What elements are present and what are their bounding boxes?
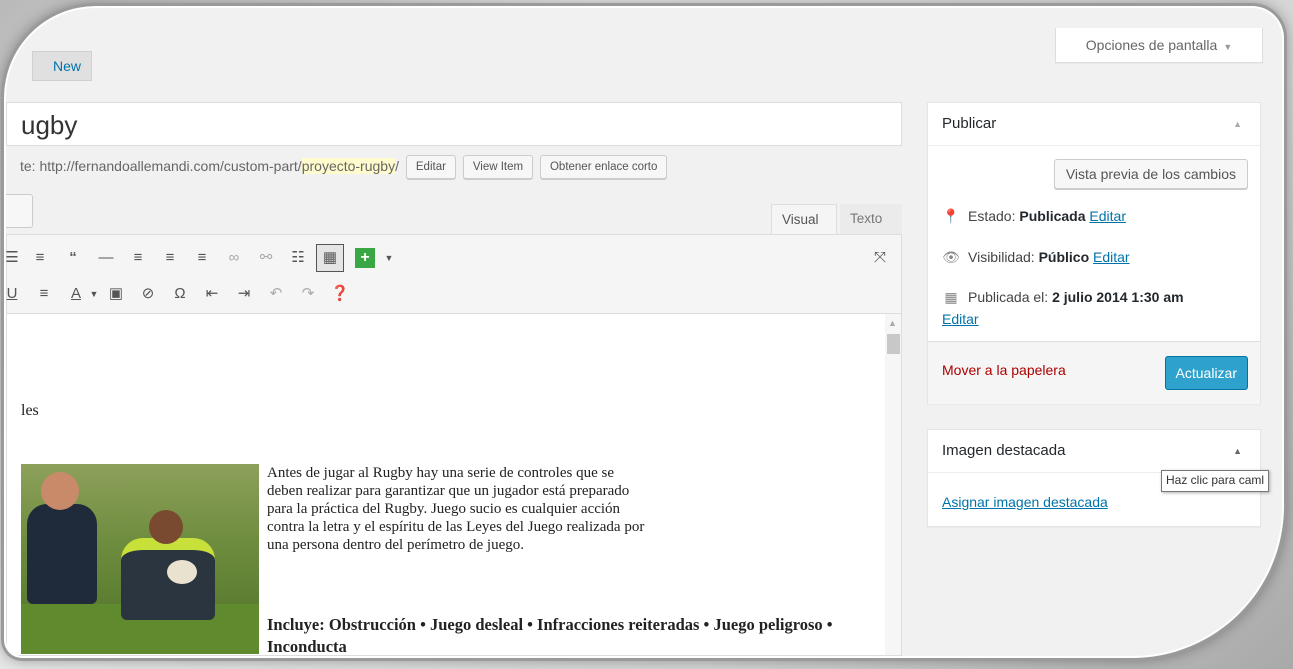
featured-image-title: Imagen destacada <box>942 442 1066 459</box>
add-new-button[interactable]: New <box>32 51 93 81</box>
screen-options-button[interactable]: Opciones de pantalla ▼ <box>1055 28 1263 63</box>
content-paragraph: Antes de jugar al Rugby hay una serie de… <box>267 465 645 553</box>
help-icon[interactable]: ❓ <box>329 283 351 305</box>
blockquote-icon[interactable]: “ <box>62 247 84 269</box>
clear-format-icon[interactable]: ⊘ <box>137 283 159 305</box>
editor-content-area[interactable]: les Antes de jugar al Rugby hay una seri… <box>6 314 902 656</box>
align-left-icon[interactable]: ≡ <box>127 247 149 269</box>
align-right-icon[interactable]: ≡ <box>191 247 213 269</box>
publish-actions: Mover a la papelera Actualizar <box>928 341 1260 404</box>
unlink-icon[interactable]: ⚯ <box>255 247 277 269</box>
outdent-icon[interactable]: ⇤ <box>201 283 223 305</box>
view-item-button[interactable]: View Item <box>462 155 534 180</box>
align-center-icon[interactable]: ≡ <box>159 247 181 269</box>
status-row: 📍 Estado: Publicada Editar <box>942 208 1126 225</box>
featured-image-header[interactable]: Imagen destacada ▲ <box>928 430 1260 473</box>
collapse-icon[interactable]: ▲ <box>1233 103 1242 145</box>
editor-toolbar: ☰ ≡ “ — ≡ ≡ ≡ ∞ ⚯ ☷ ▦ + ▼ ⤧ U ≡ A ▼ ▣ ⊘ … <box>6 234 902 314</box>
edit-date-link[interactable]: Editar <box>942 311 979 327</box>
permalink-suffix: / <box>395 158 399 174</box>
tab-text[interactable]: Texto <box>840 204 902 234</box>
indent-icon[interactable]: ⇥ <box>233 283 255 305</box>
published-label: Publicada el: <box>968 289 1049 305</box>
content-line: les <box>21 402 39 419</box>
omega-icon[interactable]: Ω <box>169 283 191 305</box>
add-media-button[interactable] <box>6 194 33 228</box>
update-button[interactable]: Actualizar <box>1164 356 1248 390</box>
hr-icon[interactable]: — <box>95 247 117 269</box>
chevron-down-icon[interactable]: ▼ <box>83 283 105 305</box>
visibility-value: Público <box>1038 249 1090 265</box>
editor-scrollbar[interactable]: ▲ <box>885 314 901 655</box>
link-icon[interactable]: ∞ <box>223 247 245 269</box>
scrollbar-thumb[interactable] <box>887 334 900 354</box>
numbered-list-icon[interactable]: ≡ <box>29 247 51 269</box>
post-title-input[interactable]: ugby <box>6 102 902 146</box>
publish-box-header[interactable]: Publicar ▲ <box>928 103 1260 146</box>
status-label: Estado: <box>968 208 1016 224</box>
redo-icon[interactable]: ↷ <box>297 283 319 305</box>
undo-icon[interactable]: ↶ <box>265 283 287 305</box>
calendar-icon: ▦ <box>944 289 958 305</box>
scroll-up-icon[interactable]: ▲ <box>888 318 897 328</box>
chevron-down-icon: ▼ <box>1223 42 1233 52</box>
eye-icon: 👁 <box>942 249 960 265</box>
tab-visual[interactable]: Visual <box>771 204 837 234</box>
get-shortlink-button[interactable]: Obtener enlace corto <box>539 155 668 180</box>
permalink-row: te: http://fernandoallemandi.com/custom-… <box>20 153 668 180</box>
publish-box: Publicar ▲ Vista previa de los cambios 📍 E… <box>927 102 1261 404</box>
collapse-icon[interactable]: ▲ <box>1233 430 1242 472</box>
fullscreen-icon[interactable]: ⤧ <box>869 247 891 269</box>
permalink-slug[interactable]: proyecto-rugby <box>301 158 396 174</box>
visibility-row: 👁 Visibilidad: Público Editar <box>942 249 1130 266</box>
screenshot-frame: New Opciones de pantalla ▼ ugby te: http:… <box>0 0 1293 669</box>
tooltip: Haz clic para caml <box>1161 470 1270 492</box>
pin-icon: 📍 <box>942 208 960 224</box>
add-icon[interactable]: + <box>355 248 375 268</box>
publish-box-title: Publicar <box>942 115 997 132</box>
paste-text-icon[interactable]: ▣ <box>105 283 127 305</box>
list-icon[interactable]: ☰ <box>6 247 23 269</box>
edit-status-link[interactable]: Editar <box>1089 208 1126 224</box>
read-more-icon[interactable]: ☷ <box>287 247 309 269</box>
rugby-photo[interactable] <box>21 464 259 654</box>
status-value: Publicada <box>1019 208 1086 224</box>
justify-icon[interactable]: ≡ <box>33 283 55 305</box>
published-date-row: ▦ Publicada el: 2 julio 2014 1:30 am <box>942 289 1184 306</box>
kitchen-sink-icon[interactable]: ▦ <box>316 244 344 272</box>
underline-icon[interactable]: U <box>6 283 23 305</box>
set-featured-image-link[interactable]: Asignar imagen destacada <box>942 494 1108 510</box>
chevron-down-icon[interactable]: ▼ <box>378 247 400 269</box>
permalink-prefix: te: http://fernandoallemandi.com/custom-… <box>20 158 302 174</box>
move-to-trash-link[interactable]: Mover a la papelera <box>942 362 1066 378</box>
content-includes: Incluye: Obstrucción • Juego desleal • I… <box>267 615 833 656</box>
wp-admin-screen: New Opciones de pantalla ▼ ugby te: http:… <box>6 8 1282 656</box>
preview-changes-button[interactable]: Vista previa de los cambios <box>1053 159 1248 189</box>
screen-options-label: Opciones de pantalla <box>1085 37 1218 53</box>
published-value: 2 julio 2014 1:30 am <box>1052 289 1184 305</box>
edit-visibility-link[interactable]: Editar <box>1093 249 1130 265</box>
visibility-label: Visibilidad: <box>968 249 1035 265</box>
edit-permalink-button[interactable]: Editar <box>405 155 456 180</box>
